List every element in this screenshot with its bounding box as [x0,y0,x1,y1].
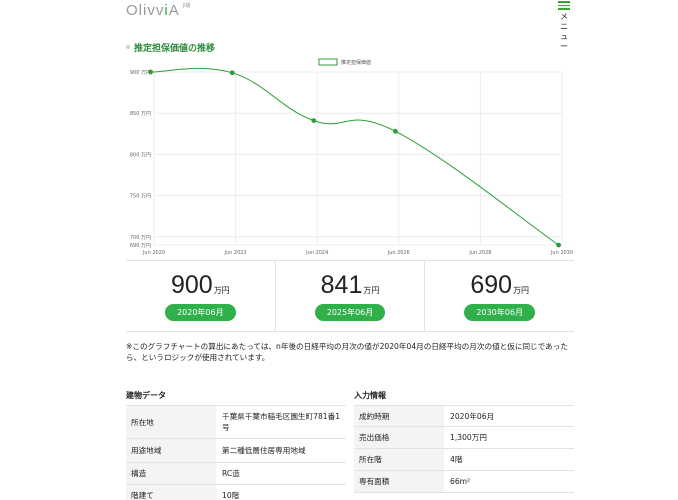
stat-card: 841万円 2025年06月 [276,261,426,331]
logo-text: Olivv [126,2,165,19]
hamburger-icon [558,1,570,10]
stats-panel: 900万円 2020年06月 841万円 2025年06月 690万円 2030… [126,260,574,332]
y-tick-label: 750 万円 [130,194,151,200]
value-trend-chart: 900 万円 850 万円 800 万円 750 万円 700 万円 690 万円 Jun… [130,58,573,256]
table-value: 1,300万円 [444,426,574,449]
table-value: 第二種低層住居専用地域 [216,438,346,463]
logo-tail: A [168,2,180,19]
stat-unit: 万円 [363,286,380,295]
table-key: 専有面積 [354,470,444,493]
table-row: 売出価格 1,300万円 [354,426,574,449]
x-axis-labels: Jun 2020 Jun 2022 Jun 2024 Jun 2026 Jun 2028… [142,250,573,256]
table-value: RC造 [216,462,346,485]
chart-series [148,67,561,248]
data-point [311,118,317,124]
series-line [150,67,559,246]
stat-date-badge: 2030年06月 [464,304,535,321]
stat-value: 690 [470,271,513,299]
stat-date-badge: 2020年06月 [165,304,236,321]
y-tick-label: 900 万円 [130,70,151,76]
table-row: 専有面積 66m² [354,470,574,493]
table-value: 千葉県千葉市稲毛区園生町781番1号 [216,405,346,439]
x-tick-label: Jun 2024 [305,250,328,256]
stat-unit: 万円 [513,286,530,295]
stat-card: 900万円 2020年06月 [126,261,276,331]
stat-value: 841 [320,271,363,299]
y-tick-label: 700 万円 [130,235,151,241]
building-data-title: 建物データ [126,391,166,400]
y-tick-label: 850 万円 [130,111,151,117]
legend-label: 推定担保価値 [341,59,371,66]
table-row: 階建て 10階 [126,484,346,500]
y-axis-labels: 900 万円 850 万円 800 万円 750 万円 700 万円 690 万円 [130,70,151,249]
chart-grid [153,71,563,246]
stat-value: 900 [170,271,213,299]
logo[interactable]: OlivviA β版 [126,2,191,19]
table-row: 所在階 4階 [354,448,574,471]
table-row: 用途地域 第二種低層住居専用地域 [126,438,346,463]
section-title: 推定担保価値の推移 [126,41,215,54]
table-row: 所在地 千葉県千葉市稲毛区園生町781番1号 [126,405,346,439]
x-tick-label: Jun 2022 [224,250,247,256]
table-value: 2020年06月 [444,405,574,427]
table-key: 用途地域 [126,438,216,463]
data-point [393,128,398,134]
input-info-table: 成約時期 2020年06月 売出価格 1,300万円 所在階 4階 専有面積 66m² [354,405,574,493]
table-key: 構造 [126,462,216,485]
stat-date-badge: 2025年06月 [314,304,386,321]
x-tick-label: Jun 2026 [387,250,410,256]
bullet-icon [126,45,130,49]
table-row: 構造 RC造 [126,462,346,485]
stat-card: 690万円 2030年06月 [425,261,574,331]
y-tick-label: 800 万円 [130,152,151,158]
legend-swatch [318,58,338,66]
plot-frame [153,71,563,246]
menu-label: メニュー [560,11,568,51]
table-row: 成約時期 2020年06月 [354,405,574,427]
table-key: 所在地 [126,405,216,439]
table-key: 所在階 [354,448,444,471]
table-value: 4階 [444,448,574,471]
beta-badge: β版 [182,3,191,9]
calculation-note: ※このグラフチャートの算出にあたっては、n年後の日経平均の月次の値が2020年0… [126,342,568,362]
table-key: 成約時期 [354,405,444,427]
menu-button[interactable]: メニュー [553,1,575,52]
y-tick-label: 690 万円 [130,243,151,249]
data-point [229,70,235,76]
x-tick-label: Jun 2020 [142,250,165,256]
x-tick-label: Jun 2028 [468,250,491,256]
input-info-title: 入力情報 [354,391,386,400]
table-key: 売出価格 [354,426,444,449]
x-tick-label: Jun 2030 [550,250,573,256]
data-point [148,69,153,75]
table-value: 10階 [216,484,346,500]
table-key: 階建て [126,484,216,500]
building-data-table: 所在地 千葉県千葉市稲毛区園生町781番1号 用途地域 第二種低層住居専用地域 構造… [126,405,346,500]
section-title-text: 推定担保価値の推移 [134,44,216,54]
table-value: 66m² [444,470,574,493]
stat-unit: 万円 [213,286,230,295]
chart-legend: 推定担保価値 [318,58,371,66]
data-point [556,242,561,248]
